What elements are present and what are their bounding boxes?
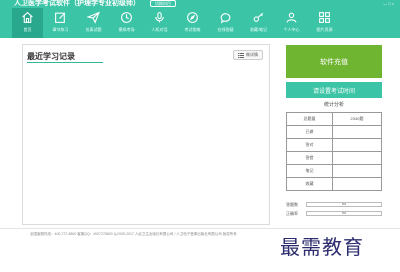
nav-label: 图片资源 xyxy=(316,27,333,32)
stat-label: 已做 xyxy=(286,125,333,139)
nav-label: 考试指南 xyxy=(184,27,201,32)
progress-text: 0% xyxy=(341,202,347,206)
chat-bubble-icon xyxy=(220,13,231,24)
nav-item-favorites-notes[interactable]: 收藏/笔记 xyxy=(243,8,274,38)
edit-icon xyxy=(55,12,66,23)
footer-text: 全国客服热线：400-727-8800 客服QQ：4007278800 从200… xyxy=(30,232,237,236)
progress-label: 正确率 xyxy=(286,210,298,216)
nav-item-personal-center[interactable]: 个人中心 xyxy=(276,8,307,38)
stat-label: 答对 xyxy=(286,138,333,152)
nav-item-chapter-practice[interactable]: 章节练习 xyxy=(45,8,76,38)
nav-label: 人机对话 xyxy=(151,27,168,32)
stat-value: 2340题 xyxy=(332,112,382,126)
stat-label: 答错 xyxy=(286,151,333,165)
nav-item-dialogue[interactable]: 人机对话 xyxy=(144,8,175,38)
switch-subject-button[interactable]: 切换科目 xyxy=(150,0,176,7)
accuracy-progress: 正确率 0% xyxy=(286,210,382,217)
window-controls[interactable]: — □ × xyxy=(383,0,394,7)
list-icon xyxy=(238,52,244,58)
detail-button[interactable]: 做详情 xyxy=(233,50,263,60)
nav-item-online-qa[interactable]: 在线答疑 xyxy=(210,8,241,38)
stat-value xyxy=(332,177,382,191)
nav-item-home[interactable]: 首页 xyxy=(12,8,43,38)
nav-item-simulation-questions[interactable]: 仿真试题 xyxy=(78,8,109,38)
watermark: 最需教育 xyxy=(280,235,364,259)
nav-label: 个人中心 xyxy=(283,27,300,32)
stats-table: 总题量 2340题 已做 答对 答错 笔记 收藏 xyxy=(286,112,382,191)
right-sidebar: 软件充值 请设置考试时间 统计分析 总题量 2340题 已做 答对 答错 笔记 收… xyxy=(282,44,384,225)
title-bar: 人卫医学考试软件（护理学专业初级师） 切换科目 — □ × xyxy=(0,0,400,8)
progress-text: 0% xyxy=(341,211,347,215)
progress-bar: 0% xyxy=(306,202,382,207)
nav-item-exam-guide[interactable]: 考试指南 xyxy=(177,8,208,38)
table-row: 答错 xyxy=(286,151,382,165)
stat-value xyxy=(332,151,382,165)
nav-label: 章节练习 xyxy=(52,27,69,32)
user-icon xyxy=(286,12,297,23)
table-row: 收藏 xyxy=(286,177,382,191)
key-icon xyxy=(253,12,264,22)
answered-progress: 答题数 0% xyxy=(286,201,382,208)
main-nav: 首页 章节练习 仿真试题 模拟考场 人机对话 考试指南 在线答疑 收藏/笔记 个… xyxy=(12,8,362,38)
stats-title: 统计分析 xyxy=(323,102,344,108)
progress-label: 答题数 xyxy=(286,201,298,207)
nav-item-image-resources[interactable]: 图片资源 xyxy=(309,8,340,38)
header: 人卫医学考试软件（护理学专业初级师） 切换科目 — □ × 首页 章节练习 仿真… xyxy=(0,0,400,38)
nav-label: 模拟考场 xyxy=(118,27,135,32)
detail-button-label: 做详情 xyxy=(246,52,258,57)
compass-icon xyxy=(187,12,198,23)
stat-label: 收藏 xyxy=(286,177,333,191)
recharge-button[interactable]: 软件充值 xyxy=(286,45,382,78)
app-window: 人卫医学考试软件（护理学专业初级师） 切换科目 — □ × 首页 章节练习 仿真… xyxy=(0,0,400,272)
nav-label: 收藏/笔记 xyxy=(249,27,268,32)
table-row: 总题量 2340题 xyxy=(286,112,382,126)
grid-icon xyxy=(319,12,330,23)
table-row: 笔记 xyxy=(286,164,382,178)
app-title: 人卫医学考试软件（护理学专业初级师） xyxy=(14,0,140,7)
set-exam-time-button[interactable]: 请设置考试时间 xyxy=(286,82,382,98)
stat-label: 笔记 xyxy=(286,164,333,178)
stat-value xyxy=(332,138,382,152)
table-row: 已做 xyxy=(286,125,382,139)
table-row: 答对 xyxy=(286,138,382,152)
paper-plane-icon xyxy=(87,11,100,24)
nav-item-mock-exam[interactable]: 模拟考场 xyxy=(111,8,142,38)
title-underline xyxy=(27,62,103,63)
nav-label: 仿真试题 xyxy=(85,27,102,32)
nav-label: 在线答疑 xyxy=(217,27,234,32)
recent-records-panel: 最近学习记录 做详情 xyxy=(22,44,270,225)
nav-label: 首页 xyxy=(23,27,32,32)
progress-bar: 0% xyxy=(306,211,382,216)
microphone-icon xyxy=(155,12,164,23)
clock-icon xyxy=(121,12,132,23)
section-title: 最近学习记录 xyxy=(27,52,75,61)
stat-label: 总题量 xyxy=(286,112,333,126)
stat-value xyxy=(332,164,382,178)
stat-value xyxy=(332,125,382,139)
home-icon xyxy=(22,11,33,23)
